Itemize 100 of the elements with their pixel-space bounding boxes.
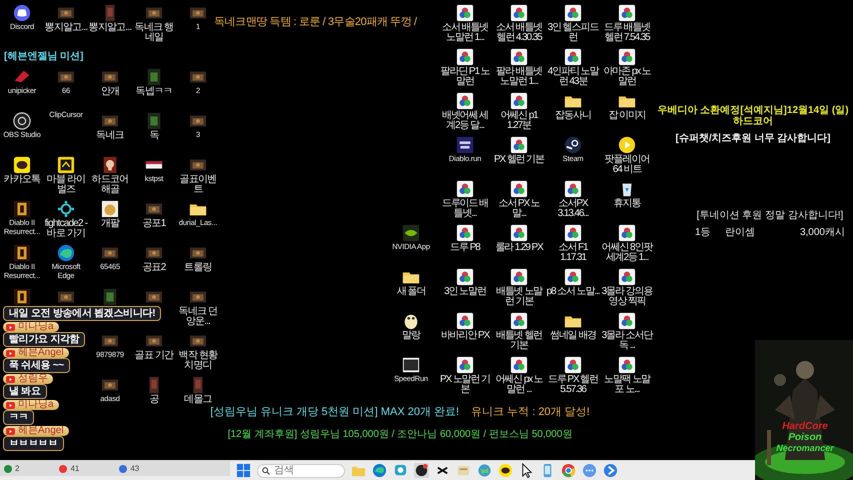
icon-label[interactable]: 잡 이미지	[600, 111, 654, 121]
icon-label[interactable]: 3몰라 소서단독 ...	[600, 331, 654, 351]
icon-label[interactable]: 노말팩 노말포 노...	[600, 375, 654, 395]
globe-icon[interactable]	[477, 463, 492, 478]
icon-label[interactable]: PX 노말런 기본	[438, 375, 492, 395]
icon-label[interactable]: 배넷어쎄 세계2등 달...	[438, 111, 492, 131]
icon-label[interactable]: 소서 배틀넷 노말런 1...	[438, 23, 492, 43]
icon-label[interactable]: 마블 라이벌즈	[44, 175, 88, 195]
icon-label[interactable]: 팔라딘 P1 노말런	[438, 67, 492, 87]
icon-label[interactable]: 팔라 배틀넷 노말런 1...	[492, 67, 546, 87]
icon-label[interactable]: 어쎄신 8인팟 세계2등 1...	[600, 243, 654, 263]
icon-label[interactable]: 공포1	[132, 219, 176, 229]
color-circles-icon[interactable]	[510, 224, 528, 242]
icon-label[interactable]: 백작 현황 치명디	[176, 351, 220, 371]
recorder-icon[interactable]	[414, 463, 429, 478]
color-circles-icon[interactable]	[618, 4, 636, 22]
color-circles-icon[interactable]	[456, 48, 474, 66]
color-circles-icon[interactable]	[456, 92, 474, 110]
icon-label[interactable]: PX 헬런 기본	[492, 155, 546, 165]
color-circles-icon[interactable]	[510, 4, 528, 22]
icon-label[interactable]: 뽕지알고...	[88, 23, 132, 33]
game-icon[interactable]	[13, 288, 31, 306]
color-circles-icon[interactable]	[564, 4, 582, 22]
icon-label[interactable]: 소서 F1 1.17.31	[546, 243, 600, 263]
icon-label[interactable]: 아마존 px 노말런	[600, 67, 654, 87]
icon-label[interactable]: 소서PX 3.13.46...	[546, 199, 600, 219]
game-icon[interactable]	[57, 156, 75, 174]
icon-label[interactable]: 독넵ㅋㅋ	[132, 87, 176, 97]
icon-label[interactable]: 소서 배틀넷 헬런 4.30.35	[492, 23, 546, 43]
icon-label[interactable]: 배틀넷 노말런 기본	[492, 287, 546, 307]
color-circles-icon[interactable]	[564, 48, 582, 66]
icon-label[interactable]: 드루 배틀넷 헬런 7.54.35	[600, 23, 654, 43]
icon-label[interactable]: 트롤링	[176, 263, 220, 273]
color-circles-icon[interactable]	[510, 268, 528, 286]
thumbnail-icon[interactable]	[101, 200, 119, 218]
icon-label[interactable]: 말랑	[384, 331, 438, 341]
color-circles-icon[interactable]	[510, 48, 528, 66]
icon-label[interactable]: 3인 헬스피드런	[546, 23, 600, 43]
color-circles-icon[interactable]	[456, 4, 474, 22]
game-icon[interactable]	[13, 200, 31, 218]
icon-label[interactable]: 공표2	[132, 263, 176, 273]
icon-label[interactable]: 드루이드 배틀넷...	[438, 199, 492, 219]
remote-app-icon[interactable]	[603, 463, 618, 478]
color-circles-icon[interactable]	[510, 180, 528, 198]
icon-label[interactable]: 새 폴더	[384, 287, 438, 297]
app-icon[interactable]	[402, 356, 420, 374]
icon-label[interactable]: 안개	[88, 87, 132, 97]
icon-label[interactable]: 어쎄신 px 노말런 ...	[492, 375, 546, 395]
color-circles-icon[interactable]	[510, 136, 528, 154]
notepad-icon[interactable]	[456, 463, 471, 478]
icon-label[interactable]: 룰라 1.29 PX	[492, 243, 546, 253]
color-circles-icon[interactable]	[618, 224, 636, 242]
color-circles-icon[interactable]	[564, 180, 582, 198]
color-circles-icon[interactable]	[618, 312, 636, 330]
app-icon[interactable]	[402, 224, 420, 242]
icon-label[interactable]: 잡동사니	[546, 111, 600, 121]
color-circles-icon[interactable]	[564, 224, 582, 242]
icon-label[interactable]: 독네크	[88, 131, 132, 141]
icon-label[interactable]: p8 소서 노말...	[546, 287, 600, 297]
color-circles-icon[interactable]	[618, 48, 636, 66]
icon-label[interactable]: 공	[132, 395, 176, 405]
thumbnail-icon[interactable]	[101, 288, 119, 306]
icon-label[interactable]: fightcade2 - 바로 가기	[44, 219, 88, 239]
browser-icon[interactable]	[57, 244, 75, 262]
thumbnail-icon[interactable]	[145, 112, 163, 130]
skull-icon[interactable]	[101, 156, 119, 174]
icon-label[interactable]: 하드코어 해골	[88, 175, 132, 195]
color-circles-icon[interactable]	[618, 356, 636, 374]
icon-label[interactable]: 카카오톡	[0, 175, 44, 185]
browser-icon[interactable]	[561, 463, 576, 478]
search-field[interactable]: 검색	[257, 464, 345, 478]
color-circles-icon[interactable]	[618, 268, 636, 286]
icon-label[interactable]: 독네크 행네일	[132, 23, 176, 43]
icon-label[interactable]: 소서 PX 노말...	[492, 199, 546, 219]
icon-label[interactable]: 개팔	[88, 219, 132, 229]
game-launcher-icon[interactable]	[564, 136, 582, 154]
recorder-icon[interactable]	[13, 112, 31, 130]
mascot-icon[interactable]	[402, 312, 420, 330]
color-circles-icon[interactable]	[510, 312, 528, 330]
color-circles-icon[interactable]	[564, 268, 582, 286]
color-circles-icon[interactable]	[456, 224, 474, 242]
color-circles-icon[interactable]	[510, 92, 528, 110]
color-circles-icon[interactable]	[456, 312, 474, 330]
network-icon[interactable]	[57, 200, 75, 218]
icon-label[interactable]: 드루 PX 헬런 5.57.36	[546, 375, 600, 395]
start-icon[interactable]	[236, 463, 251, 478]
icon-label[interactable]: 독	[132, 131, 176, 141]
thumbnail-icon[interactable]	[145, 68, 163, 86]
icon-label[interactable]: 팟플레이어 64 비트	[600, 155, 654, 175]
icon-label[interactable]: 드루 P8	[438, 243, 492, 253]
icon-label[interactable]: 4인파티 노말런 43분	[546, 67, 600, 87]
icon-label[interactable]: 데몰그	[176, 395, 220, 405]
icon-label[interactable]: 독네크 던앙운...	[176, 307, 220, 327]
icon-label[interactable]: 썸네일 배경	[546, 331, 600, 341]
color-circles-icon[interactable]	[456, 180, 474, 198]
icon-label[interactable]: 골표 기간	[132, 351, 176, 361]
icon-label[interactable]: 뽕지알고...	[44, 23, 88, 33]
icon-label[interactable]: 3인 노말런	[438, 287, 492, 297]
icon-label[interactable]: 골표이벤트	[176, 175, 220, 195]
icon-label[interactable]: 3몰라 강의용 영상 찍픽	[600, 287, 654, 307]
